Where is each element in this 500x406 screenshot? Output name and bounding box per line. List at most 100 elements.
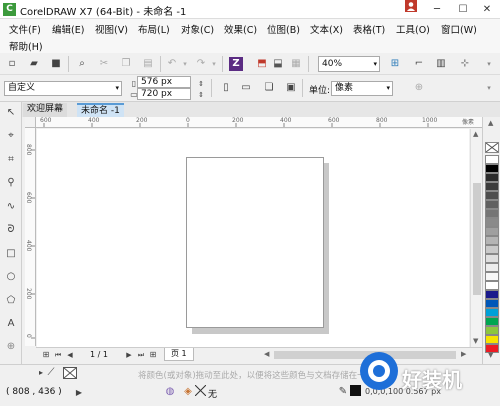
add-tool-icon[interactable]: ⊕ <box>4 340 18 354</box>
scroll-right-icon[interactable]: ▶ <box>461 350 466 358</box>
color-swatch[interactable] <box>485 254 499 263</box>
polygon-tool-icon[interactable]: ⬠ <box>4 294 18 308</box>
copy-icon[interactable]: ❐ <box>119 57 133 71</box>
full-screen-preview-icon[interactable]: ⊞ <box>388 57 402 71</box>
page-preset-select[interactable]: 自定义 ▾ <box>4 81 122 96</box>
menu-window[interactable]: 窗口(W) <box>441 22 477 36</box>
toolbar-overflow-icon[interactable]: ▾ <box>482 57 496 71</box>
save-icon[interactable]: ■ <box>49 57 63 71</box>
nudge-icon[interactable]: ⊕ <box>412 81 426 95</box>
menu-layout[interactable]: 布局(L) <box>138 22 170 36</box>
color-swatch[interactable] <box>485 227 499 236</box>
close-button[interactable]: ✕ <box>474 0 500 19</box>
color-swatch[interactable] <box>485 182 499 191</box>
crop-tool-icon[interactable]: ⌗ <box>4 153 18 167</box>
zoom-tool-icon[interactable]: ⚲ <box>4 176 18 190</box>
undo-icon[interactable]: ↶ <box>165 57 179 71</box>
color-swatch[interactable] <box>485 281 499 290</box>
maximize-button[interactable]: ☐ <box>450 0 476 19</box>
horizontal-ruler[interactable]: 600 400 200 0 200 400 600 800 1000 像素 <box>36 117 482 128</box>
ellipse-tool-icon[interactable]: ○ <box>4 270 18 284</box>
color-swatch[interactable] <box>485 263 499 272</box>
tab-page-1[interactable]: 页 1 <box>164 348 194 361</box>
color-swatch[interactable] <box>485 317 499 326</box>
color-swatch[interactable] <box>485 272 499 281</box>
color-swatch[interactable] <box>485 335 499 344</box>
show-rulers-icon[interactable]: ⌐ <box>412 57 426 71</box>
eyedropper-icon[interactable]: ⟋ <box>44 366 58 380</box>
color-swatch[interactable] <box>485 245 499 254</box>
menu-tools[interactable]: 工具(O) <box>396 22 430 36</box>
scroll-up-icon[interactable]: ▲ <box>473 130 478 138</box>
ruler-origin[interactable] <box>25 117 36 128</box>
no-color-swatch[interactable] <box>485 142 499 153</box>
menu-object[interactable]: 对象(C) <box>181 22 214 36</box>
tab-untitled-1[interactable]: 未命名 -1 <box>77 103 124 117</box>
import-icon[interactable]: ⬒ <box>255 57 269 71</box>
color-swatch[interactable] <box>485 200 499 209</box>
export-icon[interactable]: ⬓ <box>271 57 285 71</box>
menu-text[interactable]: 文本(X) <box>310 22 343 36</box>
color-swatch[interactable] <box>485 191 499 200</box>
document-palette-none-swatch[interactable] <box>63 367 77 379</box>
prev-page-icon[interactable]: ◀ <box>63 348 77 362</box>
redo-dropdown-icon[interactable]: ▾ <box>207 57 221 71</box>
color-swatch[interactable] <box>485 290 499 299</box>
height-spinner-icon[interactable]: ⇕ <box>194 88 208 102</box>
scroll-left-icon[interactable]: ◀ <box>264 350 269 358</box>
color-swatch[interactable] <box>485 299 499 308</box>
page-width-input[interactable]: 576 px <box>137 76 191 88</box>
document-page[interactable] <box>186 157 324 328</box>
scroll-down-icon[interactable]: ▼ <box>473 337 478 345</box>
redo-icon[interactable]: ↷ <box>194 57 208 71</box>
palette-scroll-down-icon[interactable]: ▼ <box>488 351 493 359</box>
artistic-media-tool-icon[interactable]: ᘐ <box>4 223 18 237</box>
propertybar-overflow-icon[interactable]: ▾ <box>482 81 496 95</box>
color-swatch[interactable] <box>485 236 499 245</box>
color-swatch[interactable] <box>485 155 499 164</box>
color-swatch[interactable] <box>485 209 499 218</box>
page-height-input[interactable]: 720 px <box>137 88 191 100</box>
menu-view[interactable]: 视图(V) <box>95 22 128 36</box>
pick-tool-icon[interactable]: ↖ <box>4 106 18 120</box>
menu-help[interactable]: 帮助(H) <box>9 39 43 53</box>
freehand-tool-icon[interactable]: ∿ <box>4 200 18 214</box>
menu-bitmaps[interactable]: 位图(B) <box>267 22 300 36</box>
color-swatch[interactable] <box>485 308 499 317</box>
color-swatch[interactable] <box>485 164 499 173</box>
color-proofing-icon[interactable]: ◍ <box>163 385 177 399</box>
menu-effects[interactable]: 效果(C) <box>224 22 257 36</box>
new-document-icon[interactable]: ▫ <box>5 57 19 71</box>
color-swatch[interactable] <box>485 218 499 227</box>
user-icon[interactable] <box>398 0 424 19</box>
rectangle-tool-icon[interactable]: □ <box>4 247 18 261</box>
vertical-ruler[interactable]: 800 600 400 200 0 <box>25 128 36 346</box>
portrait-icon[interactable]: ▯ <box>219 81 233 95</box>
corel-connect-icon[interactable]: Z <box>229 57 243 71</box>
search-content-icon[interactable]: ⌕ <box>75 57 89 71</box>
all-pages-icon[interactable]: ❏ <box>262 81 276 95</box>
publish-pdf-icon[interactable]: ▦ <box>289 57 303 71</box>
paste-icon[interactable]: ▤ <box>141 57 155 71</box>
menu-edit[interactable]: 编辑(E) <box>52 22 84 36</box>
status-expand-icon[interactable]: ▶ <box>72 386 86 400</box>
menu-table[interactable]: 表格(T) <box>353 22 385 36</box>
cut-icon[interactable]: ✂ <box>97 57 111 71</box>
tab-welcome-screen[interactable]: 欢迎屏幕 <box>23 103 68 117</box>
units-select[interactable]: 像素 ▾ <box>331 81 393 96</box>
open-folder-icon[interactable]: ▰ <box>27 57 41 71</box>
current-page-icon[interactable]: ▣ <box>284 81 298 95</box>
vertical-scroll-thumb[interactable] <box>473 183 481 295</box>
color-swatch[interactable] <box>485 326 499 335</box>
color-swatch[interactable] <box>485 173 499 182</box>
undo-dropdown-icon[interactable]: ▾ <box>178 57 192 71</box>
add-page-after-icon[interactable]: ⊞ <box>146 348 160 362</box>
menu-file[interactable]: 文件(F) <box>9 22 41 36</box>
minimize-button[interactable]: ─ <box>424 0 450 19</box>
options-icon[interactable]: ⊹ <box>458 57 472 71</box>
palette-scroll-up-icon[interactable]: ▲ <box>488 119 493 127</box>
shape-tool-icon[interactable]: ⌖ <box>4 129 18 143</box>
snap-to-icon[interactable]: ▥ <box>434 57 448 71</box>
vertical-scrollbar[interactable]: ▲ ▼ <box>470 129 482 347</box>
landscape-icon[interactable]: ▭ <box>239 81 253 95</box>
